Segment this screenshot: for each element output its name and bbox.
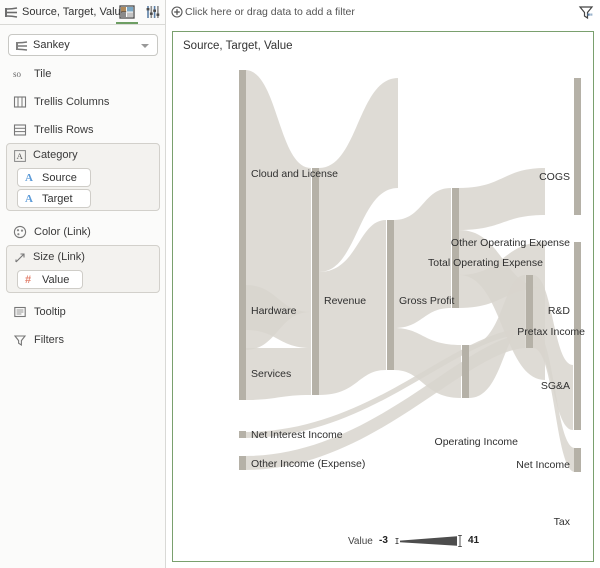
pill-value[interactable]: # Value [17, 270, 83, 289]
sankey-plot-area[interactable]: Cloud and License Hardware Services Net … [173, 60, 593, 530]
text-field-icon: A [25, 193, 33, 205]
pill-label: Value [42, 274, 70, 286]
sankey-node-tax[interactable] [574, 448, 581, 472]
sankey-node-net-interest-income[interactable] [239, 431, 246, 438]
node-label-operating-income: Operating Income [435, 436, 519, 448]
tooltip-icon [13, 305, 27, 319]
sidebar-shelf-trellis-rows[interactable]: Trellis Rows [8, 119, 158, 143]
shelf-label: Trellis Columns [34, 96, 110, 108]
color-palette-icon [13, 225, 27, 239]
shelf-label: Size (Link) [33, 251, 85, 263]
sankey-node-rd[interactable] [574, 242, 581, 288]
layout-panels-icon[interactable] [117, 3, 137, 22]
page-title: Source, Target, Value [22, 6, 127, 18]
node-label-pretax-income: Pretax Income [517, 326, 585, 338]
sankey-links [245, 70, 575, 472]
shelf-label: Category [33, 149, 78, 161]
node-label-net-interest-income: Net Interest Income [251, 429, 343, 441]
sankey-node-other-operating-expense[interactable] [574, 168, 581, 215]
number-field-icon: # [25, 274, 32, 286]
node-label-hardware: Hardware [251, 305, 297, 317]
sidebar-shelf-tooltip[interactable]: Tooltip [8, 301, 158, 325]
legend-title: Value [348, 536, 373, 547]
active-tab-indicator [116, 22, 138, 24]
sankey-node-gross-profit[interactable] [387, 220, 394, 370]
node-label-cogs: COGS [539, 171, 570, 183]
visualization-type-label: Sankey [33, 39, 70, 51]
sankey-icon [16, 41, 28, 51]
visualization-panel: Source, Target, Value Cloud and License … [172, 31, 594, 562]
sidebar-shelf-filters[interactable]: Filters [8, 329, 158, 353]
pill-target[interactable]: A Target [17, 189, 91, 208]
node-label-other-operating-expense: Other Operating Expense [451, 237, 570, 249]
shelf-label: Trellis Rows [34, 124, 94, 136]
text-field-icon: A [25, 172, 33, 184]
node-label-other-income-expense: Other Income (Expense) [251, 458, 365, 470]
pill-label: Source [42, 172, 77, 184]
sankey-node-other-income-expense[interactable] [239, 456, 246, 470]
node-label-services: Services [251, 368, 291, 380]
filter-funnel-icon[interactable] [578, 5, 594, 20]
node-label-net-income: Net Income [516, 459, 570, 471]
node-label-cloud-and-license: Cloud and License [251, 168, 338, 180]
trellis-rows-icon [13, 123, 27, 137]
pill-label: Target [42, 193, 73, 205]
svg-text:A: A [17, 151, 24, 161]
sankey-link[interactable] [459, 168, 545, 230]
sidebar-shelf-trellis-columns[interactable]: Trellis Columns [8, 91, 158, 115]
filter-funnel-icon [13, 333, 27, 347]
top-toolbar: Source, Target, Value Click here or drag… [0, 0, 600, 25]
trellis-columns-icon [13, 95, 27, 109]
filter-bar-placeholder: Click here or drag data to add a filter [185, 6, 355, 18]
plus-circle-icon [171, 6, 183, 18]
pill-source[interactable]: A Source [17, 168, 91, 187]
category-text-icon: A [14, 150, 26, 162]
tile-icon: so [13, 67, 27, 81]
chevron-down-icon [141, 44, 149, 48]
sidebar-shelf-color-link[interactable]: Color (Link) [8, 221, 158, 245]
sankey-node-revenue[interactable] [312, 168, 319, 395]
node-label-gross-profit: Gross Profit [399, 295, 455, 307]
category-shelf-group: A Category A Source A Target [6, 143, 160, 211]
visualization-settings-sidebar: Sankey so Tile Trellis Columns Trellis R… [0, 25, 166, 568]
node-label-rd: R&D [548, 305, 571, 317]
filter-bar[interactable]: Click here or drag data to add a filter [166, 0, 600, 25]
sidebar-shelf-tile[interactable]: so Tile [8, 63, 158, 87]
legend-max-value: 41 [468, 535, 480, 546]
sankey-node-net-income[interactable] [574, 365, 581, 430]
size-arrow-icon [14, 252, 26, 264]
svg-text:so: so [13, 69, 22, 79]
size-legend: Value -3 41 [173, 531, 593, 553]
shelf-label: Color (Link) [34, 226, 91, 238]
visualization-type-dropdown[interactable]: Sankey [8, 34, 158, 56]
sankey-svg: Cloud and License Hardware Services Net … [239, 70, 585, 528]
node-label-sga: SG&A [541, 380, 570, 392]
legend-size-wedge [395, 534, 465, 551]
sankey-node-hardware[interactable] [239, 285, 246, 330]
node-label-tax: Tax [554, 516, 571, 528]
legend-min-value: -3 [379, 535, 388, 546]
shelf-label: Filters [34, 334, 64, 346]
node-label-revenue: Revenue [324, 295, 366, 307]
chart-title: Source, Target, Value [183, 40, 293, 52]
sankey-icon [5, 7, 18, 18]
sankey-node-operating-income[interactable] [462, 345, 469, 398]
node-label-total-operating-expense: Total Operating Expense [428, 257, 543, 269]
shelf-label: Tooltip [34, 306, 66, 318]
sankey-visualization-app: Source, Target, Value Click here or drag… [0, 0, 600, 568]
size-shelf-group: Size (Link) # Value [6, 245, 160, 293]
shelf-label: Tile [34, 68, 52, 80]
sliders-icon[interactable] [143, 3, 163, 22]
sankey-node-services[interactable] [239, 348, 246, 400]
